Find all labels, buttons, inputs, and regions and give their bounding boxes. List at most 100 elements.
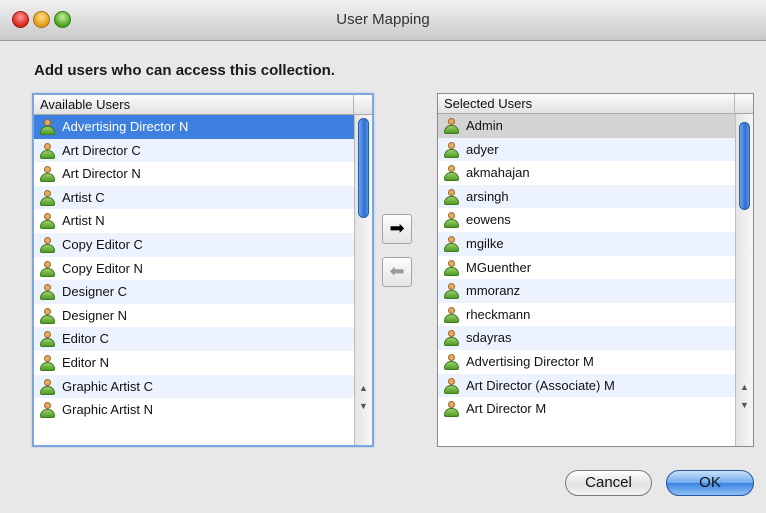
list-item-label: akmahajan xyxy=(466,165,530,181)
list-item[interactable]: Advertising Director M xyxy=(438,350,735,374)
scroll-thumb[interactable] xyxy=(358,118,369,218)
list-item-label: Artist C xyxy=(62,189,105,205)
list-item[interactable]: Advertising Director N xyxy=(34,115,354,139)
list-item[interactable]: arsingh xyxy=(438,184,735,209)
user-icon xyxy=(444,259,459,276)
list-item-label: Copy Editor C xyxy=(62,236,143,252)
list-item-label: Copy Editor N xyxy=(62,260,143,276)
page-heading: Add users who can access this collection… xyxy=(34,62,335,79)
user-icon xyxy=(444,353,459,370)
list-item[interactable]: Art Director (Associate) M xyxy=(438,373,735,398)
available-users-scrollbar[interactable]: ▲ ▼ xyxy=(354,115,372,445)
user-icon xyxy=(40,213,55,230)
user-icon xyxy=(40,236,55,253)
selected-users-header[interactable]: Selected Users xyxy=(438,94,735,114)
list-item[interactable]: Art Director M xyxy=(438,397,735,421)
list-item[interactable]: Designer C xyxy=(34,280,354,304)
list-item[interactable]: Designer N xyxy=(34,304,354,328)
remove-user-button[interactable]: ⬅ xyxy=(382,257,412,287)
available-users-header[interactable]: Available Users xyxy=(34,95,354,115)
user-icon xyxy=(40,307,55,324)
list-item[interactable]: Copy Editor C xyxy=(34,232,354,257)
list-item-label: adyer xyxy=(466,141,499,157)
scroll-down-arrow[interactable]: ▼ xyxy=(357,399,370,413)
user-icon xyxy=(444,235,459,252)
list-item[interactable]: Art Director N xyxy=(34,162,354,186)
list-item-label: mgilke xyxy=(466,235,504,251)
user-icon xyxy=(40,119,55,135)
list-item[interactable]: MGuenther xyxy=(438,256,735,280)
header-corner xyxy=(354,95,372,115)
list-item-label: sdayras xyxy=(466,330,512,346)
list-item-label: Graphic Artist C xyxy=(62,378,154,394)
list-item-label: Advertising Director N xyxy=(62,119,189,134)
user-icon xyxy=(444,188,459,205)
selected-users-list[interactable]: Selected Users Admin adyer akmahajan arsing… xyxy=(437,93,754,447)
list-item-label: Advertising Director M xyxy=(466,353,594,369)
list-item[interactable]: mgilke xyxy=(438,231,735,256)
scroll-up-arrow[interactable]: ▲ xyxy=(738,380,751,394)
user-icon xyxy=(40,284,55,301)
user-icon xyxy=(40,402,55,419)
list-item[interactable]: Copy Editor N xyxy=(34,257,354,281)
user-icon xyxy=(40,166,55,183)
ok-button[interactable]: OK xyxy=(666,470,754,496)
user-icon xyxy=(40,331,55,348)
user-icon xyxy=(40,378,55,395)
user-icon xyxy=(40,354,55,371)
list-item[interactable]: Editor N xyxy=(34,351,354,375)
list-item-label: Art Director (Associate) M xyxy=(466,377,615,393)
list-item-label: Art Director N xyxy=(62,166,141,182)
list-item-label: Graphic Artist N xyxy=(62,402,154,418)
list-item-label: Designer N xyxy=(62,307,128,323)
list-item[interactable]: Artist N xyxy=(34,209,354,233)
list-item-label: Artist N xyxy=(62,213,105,229)
list-item-label: eowens xyxy=(466,212,511,228)
user-icon xyxy=(444,283,459,300)
list-item-label: MGuenther xyxy=(466,259,532,275)
list-item[interactable]: Artist C xyxy=(34,185,354,210)
user-icon xyxy=(40,142,55,159)
add-user-button[interactable]: ➡ xyxy=(382,214,412,244)
list-item[interactable]: Editor C xyxy=(34,327,354,351)
list-item[interactable]: adyer xyxy=(438,137,735,162)
available-users-list[interactable]: Available Users Advertising Director N Ar… xyxy=(32,93,374,447)
list-item-label: arsingh xyxy=(466,188,509,204)
list-item[interactable]: Art Director C xyxy=(34,138,354,163)
user-icon xyxy=(444,401,459,418)
list-item[interactable]: Admin xyxy=(438,114,735,138)
list-item[interactable]: sdayras xyxy=(438,326,735,350)
user-icon xyxy=(444,212,459,229)
list-item-label: Designer C xyxy=(62,284,128,300)
list-item[interactable]: akmahajan xyxy=(438,161,735,185)
scroll-thumb[interactable] xyxy=(739,122,750,210)
list-item[interactable]: Graphic Artist N xyxy=(34,398,354,422)
user-icon xyxy=(444,165,459,182)
list-item[interactable]: mmoranz xyxy=(438,279,735,303)
header-corner xyxy=(735,94,753,114)
cancel-button[interactable]: Cancel xyxy=(565,470,652,496)
user-mapping-window: User Mapping Add users who can access th… xyxy=(0,0,766,513)
list-item[interactable]: rheckmann xyxy=(438,303,735,327)
selected-users-scrollbar[interactable]: ▲ ▼ xyxy=(735,114,753,446)
user-icon xyxy=(444,118,459,134)
title-bar[interactable]: User Mapping xyxy=(0,0,766,41)
user-icon xyxy=(444,306,459,323)
user-icon xyxy=(40,189,55,206)
list-item-label: Art Director M xyxy=(466,401,547,417)
window-title: User Mapping xyxy=(336,11,430,28)
selected-users-rows: Admin adyer akmahajan arsingh eowens mgilke MG… xyxy=(438,114,735,421)
list-item-label: Editor N xyxy=(62,354,109,370)
user-icon xyxy=(444,141,459,158)
list-item[interactable]: eowens xyxy=(438,208,735,232)
list-item-label: Art Director C xyxy=(62,142,141,158)
list-item-label: Editor C xyxy=(62,331,109,347)
list-item-label: rheckmann xyxy=(466,306,531,322)
available-users-rows: Advertising Director N Art Director C Art … xyxy=(34,115,354,422)
user-icon xyxy=(444,330,459,347)
list-item[interactable]: Graphic Artist C xyxy=(34,374,354,399)
user-icon xyxy=(444,377,459,394)
scroll-up-arrow[interactable]: ▲ xyxy=(357,381,370,395)
scroll-down-arrow[interactable]: ▼ xyxy=(738,398,751,412)
user-icon xyxy=(40,260,55,277)
